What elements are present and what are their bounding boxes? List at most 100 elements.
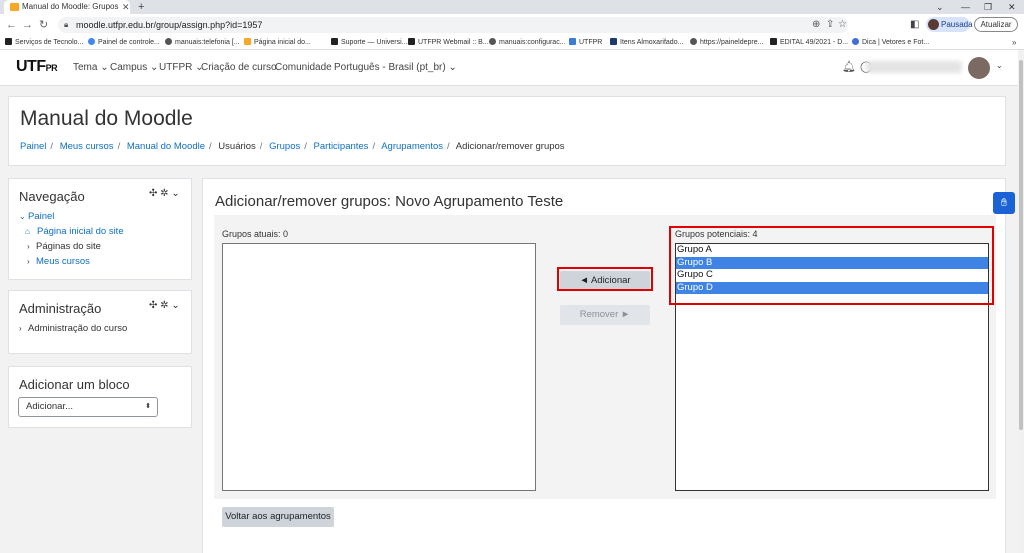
utfpr-logo[interactable]: UTFPR (16, 58, 58, 76)
menu-utfpr[interactable]: UTFPR ⌄ (159, 61, 204, 75)
group-option[interactable]: Grupo D (676, 281, 988, 294)
chevron-right-icon: › (27, 257, 30, 266)
bookmark-item[interactable]: UTFPR Webmail :: B... (408, 36, 489, 49)
tab-title: Manual do Moodle: Grupos (22, 2, 119, 11)
potential-groups-listbox[interactable]: Grupo A Grupo B Grupo C Grupo D (675, 243, 989, 491)
zoom-icon[interactable]: ⊕ (812, 17, 820, 33)
bookmark-item[interactable]: manuais:telefonia [... (165, 36, 240, 49)
administration-block: Administração ✣ ✲ ⌄ › Administração do cu… (8, 290, 192, 354)
user-avatar[interactable] (968, 57, 990, 79)
browser-tab[interactable]: Manual do Moodle: Grupos ✕ (4, 0, 130, 14)
accessibility-hand-icon[interactable]: ✋︎ (993, 192, 1015, 214)
admin-item-course[interactable]: › Administração do curso (19, 323, 127, 335)
address-bar: ← → ↻ 🔒︎ moodle.utfpr.edu.br/group/assig… (0, 14, 1024, 36)
tab-close-icon[interactable]: ✕ (122, 0, 130, 14)
bookmark-item[interactable]: Serviços de Tecnolo... (5, 36, 83, 49)
menu-language[interactable]: Português - Brasil (pt_br) ⌄ (334, 61, 457, 75)
breadcrumb-meus-cursos[interactable]: Meus cursos (60, 141, 114, 152)
current-groups-label: Grupos atuais: 0 (222, 229, 289, 239)
current-groups-listbox[interactable] (222, 243, 536, 491)
browser-tab-bar: Manual do Moodle: Grupos ✕ + ⌄ — ❐ ✕ (0, 0, 1024, 14)
profile-avatar (928, 19, 939, 30)
freepik-icon (852, 38, 859, 45)
url-omnibox[interactable]: 🔒︎ moodle.utfpr.edu.br/group/assign.php?… (58, 17, 848, 33)
block-controls-icon[interactable]: ✣ ✲ ⌄ (149, 188, 180, 199)
bookmark-item[interactable]: EDITAL 49/2021 - D... (770, 36, 848, 49)
nav-item-meus-cursos[interactable]: › Meus cursos (27, 256, 90, 268)
url-text: moodle.utfpr.edu.br/group/assign.php?id=… (76, 20, 263, 30)
menu-tema[interactable]: Tema ⌄ (73, 61, 109, 75)
user-name-blurred[interactable] (866, 61, 962, 73)
bookmark-item[interactable]: manuais:configurac... (489, 36, 566, 49)
home-icon: ⌂ (25, 227, 30, 236)
back-to-groupings-button[interactable]: Voltar aos agrupamentos (222, 507, 334, 527)
forward-arrow-icon[interactable]: → (22, 18, 33, 32)
administration-block-title: Administração (19, 301, 102, 316)
bookmark-item[interactable]: Itens Almoxarifado... (610, 36, 683, 49)
remove-button[interactable]: Remover ► (560, 305, 650, 325)
reload-icon[interactable]: ↻ (39, 18, 48, 32)
bookmark-item[interactable]: UTFPR (569, 36, 602, 49)
menu-campus[interactable]: Campus ⌄ (110, 61, 158, 75)
profile-label: Pausada (941, 20, 973, 29)
group-option[interactable]: Grupo B (676, 256, 988, 269)
google-icon (88, 38, 95, 45)
side-panel-icon[interactable]: ◧ (910, 18, 919, 32)
breadcrumb-painel[interactable]: Painel (20, 141, 46, 152)
bookmark-item[interactable]: Suporte — Universi... (331, 36, 408, 49)
breadcrumb-agrupamentos[interactable]: Agrupamentos (381, 141, 443, 152)
bookmark-item[interactable]: Dica | Vetores e Fot... (852, 36, 929, 49)
utfpr-blue-icon (569, 38, 576, 45)
globe-icon (165, 38, 172, 45)
star-icon[interactable]: ☆ (838, 17, 847, 33)
menu-comunidade[interactable]: Comunidade (275, 61, 332, 75)
utfpr-icon (5, 38, 12, 45)
group-option[interactable]: Grupo A (676, 244, 988, 257)
add-block: Adicionar um bloco Adicionar... ⬍ (8, 366, 192, 428)
tab-search-chevron-icon[interactable]: ⌄ (936, 0, 944, 14)
breadcrumb-grupos[interactable]: Grupos (269, 141, 300, 152)
utfpr-icon (770, 38, 777, 45)
breadcrumb-participantes[interactable]: Participantes (314, 141, 369, 152)
navigation-block-title: Navegação (19, 189, 85, 204)
update-button[interactable]: Atualizar (974, 17, 1018, 32)
select-arrows-icon: ⬍ (145, 403, 151, 410)
utfpr-icon (408, 38, 415, 45)
bookmark-item[interactable]: https://paineldepre... (690, 36, 763, 49)
bookmarks-bar: Serviços de Tecnolo... Painel de control… (0, 36, 1024, 50)
course-title: Manual do Moodle (20, 107, 193, 130)
menu-criacao-de-curso[interactable]: Criação de curso (201, 61, 277, 75)
chevron-right-icon: › (19, 324, 22, 333)
group-option[interactable]: Grupo C (676, 269, 988, 282)
user-menu-chevron-icon[interactable]: ⌄ (996, 61, 1003, 70)
breadcrumb-course[interactable]: Manual do Moodle (127, 141, 205, 152)
minimize-icon[interactable]: — (961, 0, 970, 14)
add-button[interactable]: ◄ Adicionar (560, 271, 650, 291)
group-assign-area: Grupos atuais: 0 ◄ Adicionar Remover ► G… (214, 215, 996, 499)
moodle-navbar: UTFPR Tema ⌄ Campus ⌄ UTFPR ⌄ Criação de… (0, 50, 1018, 86)
page-scrollbar-thumb[interactable] (1019, 60, 1023, 430)
potential-groups-label: Grupos potenciais: 4 (675, 229, 758, 239)
share-icon[interactable]: ⇪ (826, 17, 834, 33)
bookmark-item[interactable]: Página inicial do... (244, 36, 311, 49)
utfpr-favicon-icon (10, 3, 19, 11)
profile-chip[interactable]: Pausada (926, 17, 973, 32)
bookmarks-overflow-icon[interactable]: » (1012, 36, 1016, 49)
nav-item-paginas-do-site[interactable]: › Páginas do site (27, 241, 101, 253)
back-arrow-icon[interactable]: ← (6, 18, 17, 32)
nav-item-pagina-inicial[interactable]: ⌂ Página inicial do site (25, 226, 124, 238)
window-close-icon[interactable]: ✕ (1008, 0, 1016, 14)
nav-item-painel[interactable]: ⌄ Painel (19, 211, 54, 223)
bell-icon[interactable]: 🔔︎ (842, 60, 856, 73)
add-block-select[interactable]: Adicionar... ⬍ (18, 397, 158, 417)
main-content: Adicionar/remover grupos: Novo Agrupamen… (202, 178, 1006, 553)
chevron-right-icon: › (27, 242, 30, 251)
globe-icon (489, 38, 496, 45)
restore-icon[interactable]: ❐ (984, 0, 992, 14)
bookmark-item[interactable]: Painel de controle... (88, 36, 160, 49)
moodle-icon (244, 38, 251, 45)
block-controls-icon[interactable]: ✣ ✲ ⌄ (149, 300, 180, 311)
new-tab-icon[interactable]: + (138, 0, 144, 14)
add-block-title: Adicionar um bloco (19, 377, 130, 392)
globe-icon (690, 38, 697, 45)
